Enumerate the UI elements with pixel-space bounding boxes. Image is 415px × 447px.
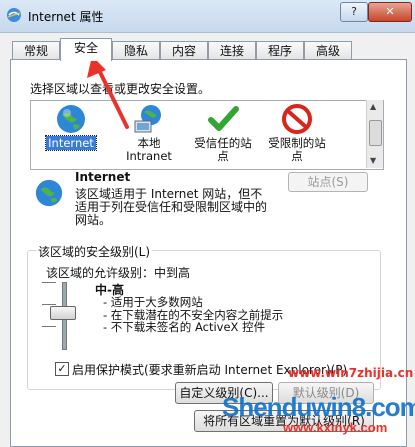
scroll-thumb[interactable]: [369, 120, 382, 146]
custom-level-button[interactable]: 自定义级别(C)...: [175, 382, 273, 404]
intranet-icon: [134, 105, 161, 133]
security-level-label: 该区域的安全级别(L): [36, 243, 153, 260]
scroll-up-icon[interactable]: ▲: [370, 102, 376, 111]
tab-general[interactable]: 常规: [12, 41, 60, 60]
zone-restricted-sites[interactable]: 受限制的站 点: [261, 101, 333, 167]
checkmark-icon: [208, 106, 239, 131]
level-description: - 适用于大多数网站 - 在下载潜在的不安全内容之前提示 - 不下载未签名的 A…: [103, 296, 283, 334]
tab-advanced[interactable]: 高级: [304, 41, 352, 60]
zone-internet[interactable]: Internet: [35, 101, 107, 167]
close-button[interactable]: ✕: [368, 2, 412, 22]
security-slider-thumb[interactable]: [50, 306, 76, 320]
zone-trusted-sites[interactable]: 受信任的站 点: [187, 101, 259, 167]
scroll-down-icon[interactable]: ▼: [370, 156, 376, 165]
internet-explorer-icon: [7, 8, 21, 22]
tab-security[interactable]: 安全: [60, 38, 112, 61]
globe-icon: [57, 105, 85, 133]
zone-prompt: 选择区域以查看或更改安全设置。: [30, 82, 211, 96]
sites-button[interactable]: 站点(S): [288, 172, 368, 192]
help-button[interactable]: ?: [340, 2, 368, 22]
zone-local-intranet[interactable]: 本地 Intranet: [113, 101, 185, 167]
protected-mode-label[interactable]: 启用保护模式(要求重新启动 Internet Explorer)(P): [72, 361, 347, 378]
protected-mode-checkbox[interactable]: ✓: [55, 362, 69, 376]
zone-label-2: 点: [291, 149, 303, 163]
tab-programs[interactable]: 程序: [256, 41, 304, 60]
level-bullet: - 适用于大多数网站: [103, 295, 203, 309]
zone-label-2: 点: [217, 149, 229, 163]
allowed-levels: 该区域的允许级别：中到高: [46, 266, 191, 280]
zone-info-title: Internet: [75, 170, 131, 184]
zone-info-description: 该区域适用于 Internet 网站，但不适用于列在受信任和受限制区域中的网站。: [75, 187, 268, 227]
zone-label-2: Intranet: [126, 149, 172, 163]
prohibited-icon: [282, 104, 312, 134]
window-title: Internet 属性: [28, 10, 104, 24]
reset-all-zones-button[interactable]: 将所有区域重置为默认级别(R): [194, 410, 374, 432]
default-level-button[interactable]: 默认级别(D): [278, 382, 374, 404]
globe-icon: [35, 179, 63, 207]
tab-connections[interactable]: 连接: [208, 41, 256, 60]
level-bullet: - 不下载未签名的 ActiveX 控件: [103, 320, 266, 334]
zone-list: Internet 本地 Intranet 受信任的站 点 受限制的站 点: [30, 100, 384, 170]
zone-scrollbar[interactable]: ▲ ▼: [366, 100, 383, 168]
tab-content[interactable]: 内容: [160, 41, 208, 60]
title-bar: Internet 属性 ? ✕: [0, 0, 415, 33]
tab-privacy[interactable]: 隐私: [112, 41, 160, 60]
zone-label: Internet: [45, 135, 97, 151]
internet-options-window: Internet 属性 ? ✕ 常规 安全 隐私 内容 连接 程序 高级 选择区…: [0, 0, 415, 447]
